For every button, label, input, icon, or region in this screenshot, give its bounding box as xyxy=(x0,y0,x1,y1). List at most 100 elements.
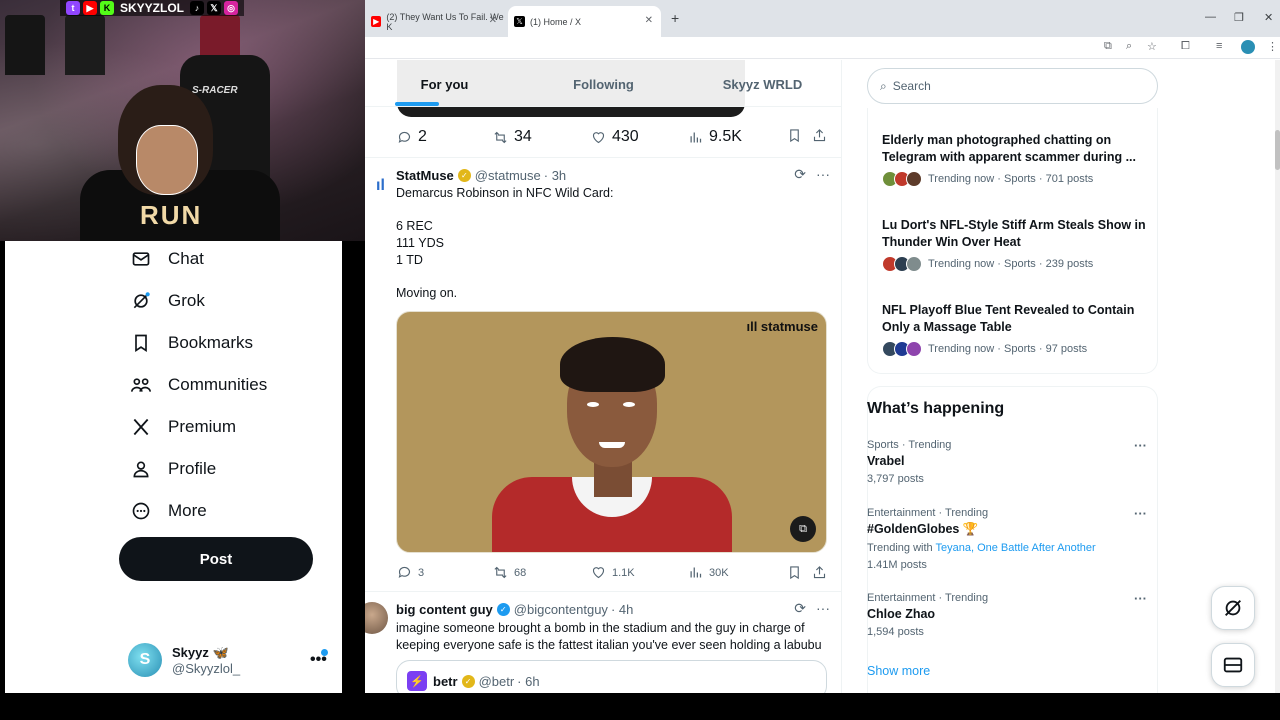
repost-icon xyxy=(494,131,507,143)
post-time[interactable]: · 4h xyxy=(611,602,633,617)
close-tab-icon[interactable]: ✕ xyxy=(645,15,653,26)
window-close-icon[interactable]: ✕ xyxy=(1264,11,1273,24)
bigcontentguy-avatar[interactable] xyxy=(365,602,388,634)
repost-button[interactable]: 34 xyxy=(493,128,532,146)
trend-item[interactable]: Entertainment · Trending #GoldenGlobes 🏆… xyxy=(867,507,1157,571)
trend-item[interactable]: Sports · Trending Vrabel 3,797 posts xyxy=(867,439,1137,485)
more-options-icon[interactable]: ··· xyxy=(816,166,830,183)
news-item[interactable]: Lu Dort's NFL-Style Stiff Arm Steals Sho… xyxy=(882,217,1152,273)
post-line: 6 REC xyxy=(396,219,433,234)
news-item[interactable]: Elderly man photographed chatting on Tel… xyxy=(882,132,1152,188)
trending-with-label: Trending with xyxy=(867,542,933,554)
grok-icon xyxy=(130,290,152,312)
trend-more-icon[interactable]: ··· xyxy=(1134,506,1274,521)
quoted-author-handle[interactable]: @betr xyxy=(479,674,515,689)
repost-button[interactable]: 68 xyxy=(493,565,526,580)
post-time[interactable]: · 3h xyxy=(544,168,566,183)
extensions-icon[interactable]: ⧠ xyxy=(1181,40,1190,53)
grok-fab[interactable] xyxy=(1211,586,1255,630)
share-button[interactable] xyxy=(812,565,827,580)
like-button[interactable]: 430 xyxy=(591,128,639,146)
gold-verified-icon: ✓ xyxy=(461,674,475,688)
post-statmuse[interactable]: ıl StatMuse ✓ @statmuse · 3h ⟳ ··· Demar… xyxy=(365,157,841,597)
news-meta: Trending now · Sports · 97 posts xyxy=(882,341,1152,358)
post-image[interactable]: ıll statmuse ⧉ xyxy=(396,311,827,553)
nav-item-chat[interactable]: Chat xyxy=(5,238,342,280)
repost-icon xyxy=(494,566,507,579)
nav-item-communities[interactable]: Communities xyxy=(5,364,342,406)
views-button[interactable]: 30K xyxy=(688,565,729,580)
account-handle: @Skyyzlol_ xyxy=(172,660,241,676)
tab-skyyz-wrld[interactable]: Skyyz WRLD xyxy=(683,60,841,106)
timeline-tabs: For you Following Skyyz WRLD xyxy=(365,60,841,107)
grok-icon[interactable]: ⟳ xyxy=(794,600,806,617)
reply-button[interactable]: 2 xyxy=(397,128,427,146)
profile-avatar-icon[interactable] xyxy=(1241,40,1255,54)
author-handle[interactable]: @bigcontentguy xyxy=(514,602,608,617)
avatar xyxy=(906,341,922,358)
quoted-post[interactable]: ⚡ betr ✓ @betr · 6h xyxy=(396,660,827,693)
install-app-icon[interactable]: ⧉ xyxy=(1104,40,1112,53)
tab-following[interactable]: Following xyxy=(524,60,683,106)
new-tab-icon[interactable]: + xyxy=(671,10,679,26)
page-scrollbar[interactable] xyxy=(1275,60,1280,693)
right-sidebar: ⌕ Search Elderly man photographed chatti… xyxy=(853,60,1280,693)
tab-strip: ▶ (2) They Want Us To Fail. We K ✕ 𝕏 (1)… xyxy=(365,0,1280,37)
bookmark-button[interactable] xyxy=(787,565,802,580)
scrollbar-thumb[interactable] xyxy=(1275,130,1280,170)
nav-item-bookmarks[interactable]: Bookmarks xyxy=(5,322,342,364)
nav-item-grok[interactable]: Grok xyxy=(5,280,342,322)
minimize-icon[interactable]: — xyxy=(1205,11,1216,23)
news-item[interactable]: NFL Playoff Blue Tent Revealed to Contai… xyxy=(882,302,1152,358)
messages-fab[interactable] xyxy=(1211,643,1255,687)
news-title: Elderly man photographed chatting on Tel… xyxy=(882,133,1136,164)
wall-jersey xyxy=(5,15,45,75)
trend-more-icon[interactable]: ··· xyxy=(1134,438,1274,453)
browser-tab-active[interactable]: 𝕏 (1) Home / X ✕ xyxy=(508,6,661,37)
post-line: 1 TD xyxy=(396,252,423,267)
quoted-post-time[interactable]: · 6h xyxy=(517,674,539,689)
author-name[interactable]: big content guy xyxy=(396,602,493,617)
post-header: StatMuse ✓ @statmuse · 3h xyxy=(396,168,566,183)
nav-item-more[interactable]: More xyxy=(5,490,342,532)
avatar xyxy=(906,171,922,188)
nav-item-premium[interactable]: Premium xyxy=(5,406,342,448)
grok-icon[interactable]: ⟳ xyxy=(794,166,806,183)
image-edit-icon[interactable]: ⧉ xyxy=(790,516,816,542)
statmuse-avatar[interactable]: ıl xyxy=(365,170,396,201)
close-tab-icon[interactable]: ✕ xyxy=(489,15,497,26)
like-button[interactable]: 1.1K xyxy=(591,565,635,580)
reply-button[interactable]: 3 xyxy=(397,565,424,580)
wall-jersey xyxy=(65,15,105,75)
repost-count: 68 xyxy=(514,566,527,579)
more-options-icon[interactable]: ··· xyxy=(816,600,830,617)
quoted-author-name[interactable]: betr xyxy=(433,674,458,689)
browser-tab-inactive[interactable]: ▶ (2) They Want Us To Fail. We K ✕ xyxy=(365,6,505,37)
webcam-overlay: S-RACER RUN xyxy=(0,0,365,241)
restore-icon[interactable]: ❐ xyxy=(1234,11,1244,24)
show-more-link[interactable]: Show more xyxy=(867,664,930,678)
heart-icon xyxy=(592,567,605,579)
menu-dots-icon[interactable]: ⋮ xyxy=(1267,40,1278,53)
zoom-icon[interactable]: ⌕ xyxy=(1126,40,1132,53)
views-button[interactable]: 9.5K xyxy=(688,128,742,146)
post-line xyxy=(396,269,613,286)
star-icon[interactable]: ☆ xyxy=(1147,40,1157,53)
streamer-handle: SKYYZLOL xyxy=(120,1,185,15)
bookmark-icon xyxy=(790,129,799,143)
author-handle[interactable]: @statmuse xyxy=(475,168,541,183)
tab-for-you[interactable]: For you xyxy=(365,60,524,106)
share-icon xyxy=(813,129,826,142)
trending-with-links[interactable]: Teyana, One Battle After Another xyxy=(935,542,1095,554)
bookmark-button[interactable] xyxy=(787,128,802,143)
gold-verified-icon: ✓ xyxy=(457,169,471,182)
share-button[interactable] xyxy=(812,128,827,143)
media-controls-icon[interactable]: ≡ xyxy=(1216,40,1222,52)
post-bigcontentguy[interactable]: big content guy ✓ @bigcontentguy · 4h ⟳ … xyxy=(365,591,841,693)
post-button[interactable]: Post xyxy=(119,537,313,581)
account-switcher[interactable]: S Skyyz 🦋 @Skyyzlol_ xyxy=(128,643,240,677)
author-name[interactable]: StatMuse xyxy=(396,168,454,183)
nav-item-profile[interactable]: Profile xyxy=(5,448,342,490)
search-input[interactable]: ⌕ Search xyxy=(867,68,1158,104)
trend-item[interactable]: Entertainment · Trending Chloe Zhao 1,59… xyxy=(867,592,1137,638)
